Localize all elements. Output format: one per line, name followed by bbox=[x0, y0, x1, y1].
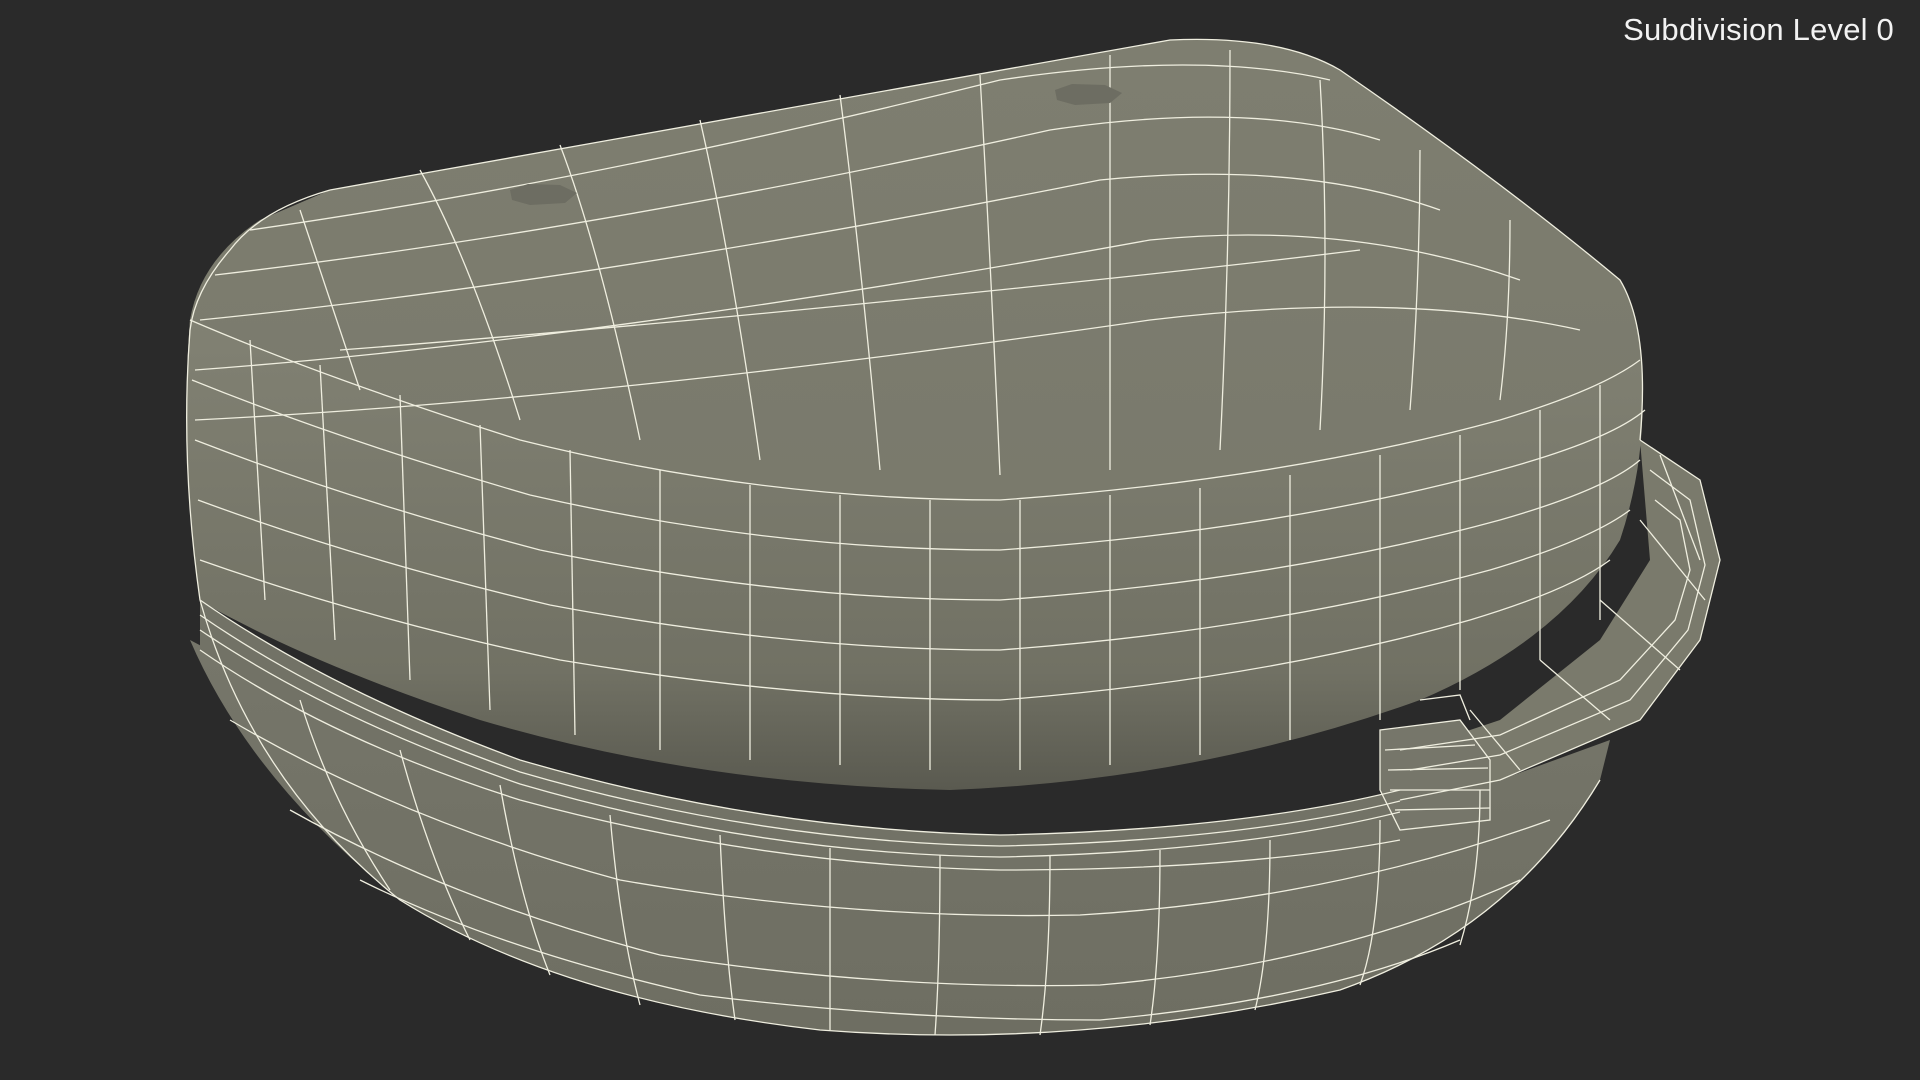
viewport-3d: Subdivision Level 0 bbox=[0, 0, 1920, 1080]
retainer-case-wireframe bbox=[186, 38, 1721, 1036]
